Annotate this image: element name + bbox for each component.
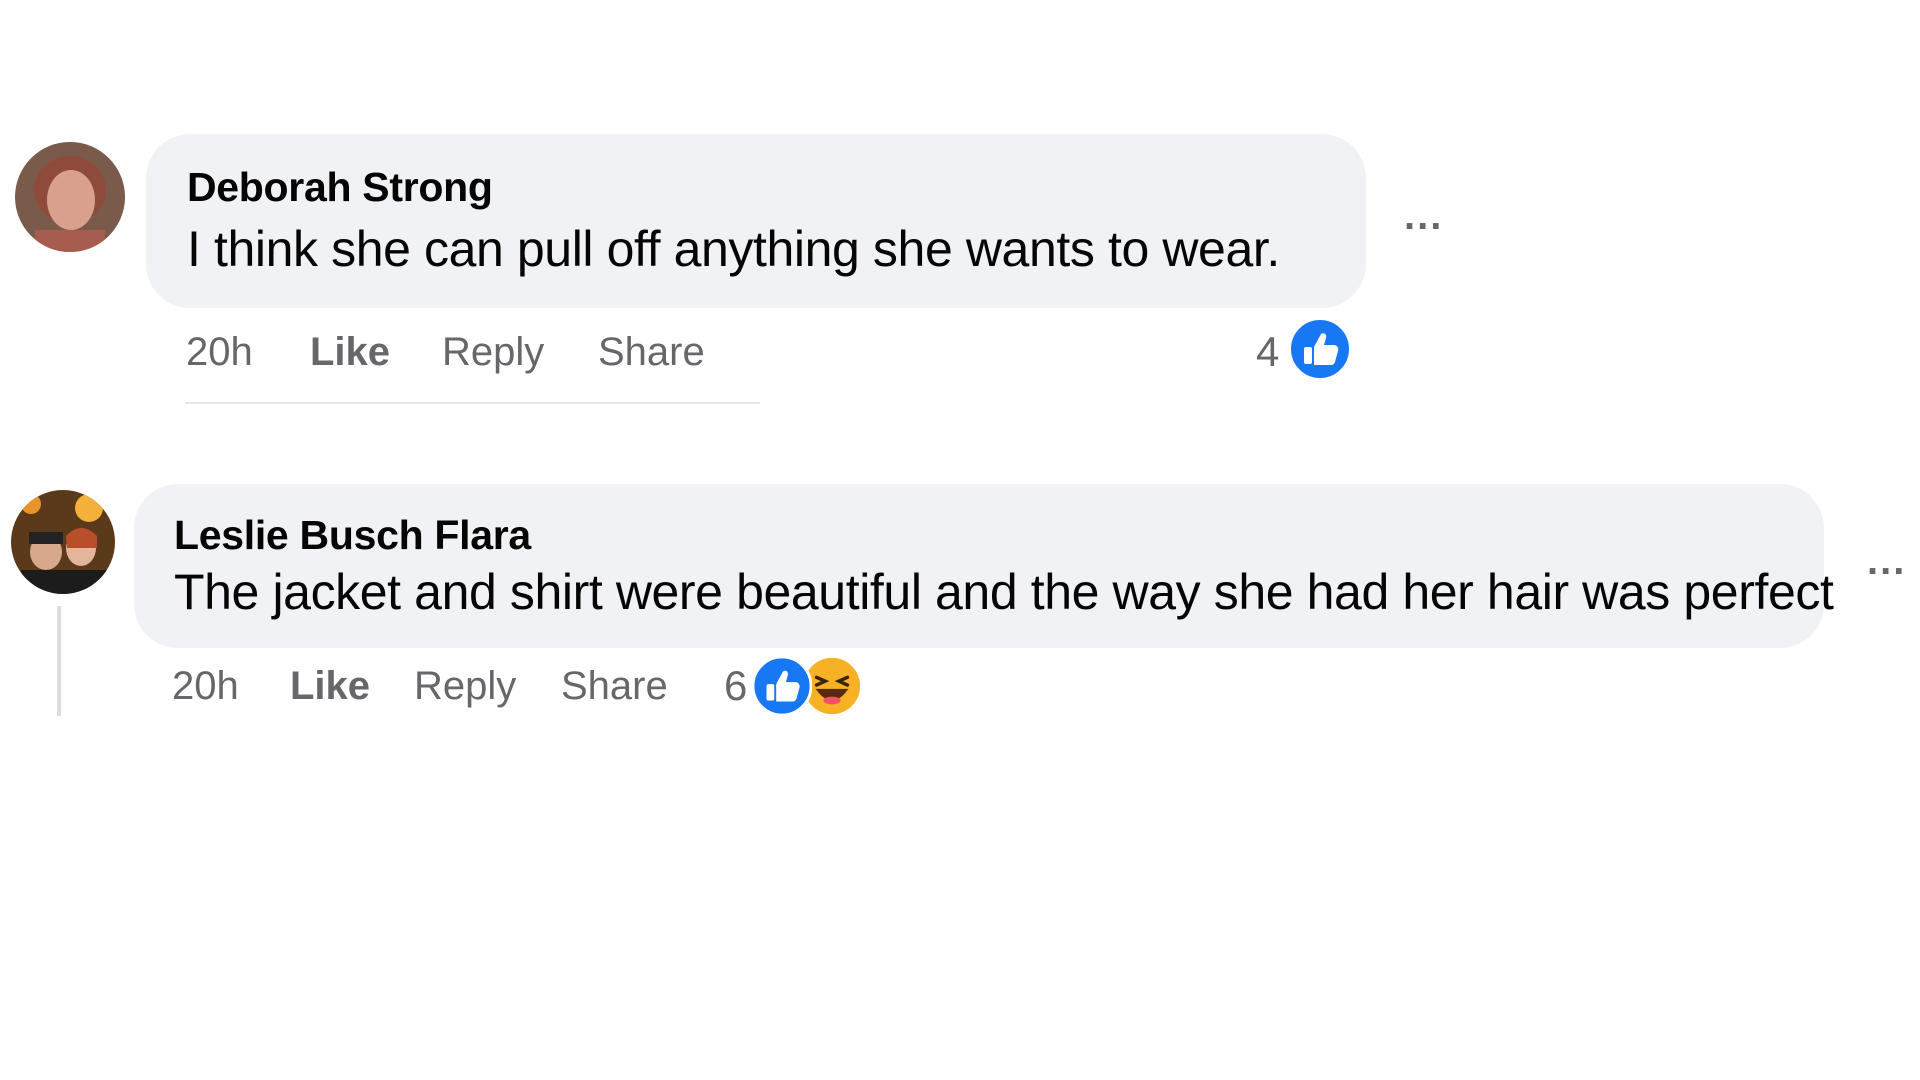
- comment-author[interactable]: Leslie Busch Flara: [174, 512, 531, 559]
- avatar[interactable]: [11, 490, 115, 594]
- like-button[interactable]: Like: [290, 664, 370, 709]
- like-icon[interactable]: [751, 655, 813, 717]
- comment-text: The jacket and shirt were beautiful and …: [174, 564, 1834, 620]
- avatar-photo-icon: [11, 490, 115, 594]
- comment-timestamp[interactable]: 20h: [172, 664, 239, 709]
- comment-2: Leslie Busch Flara The jacket and shirt …: [0, 0, 1920, 760]
- comment-actions: 20h Like Reply Share: [0, 664, 1400, 714]
- reply-button[interactable]: Reply: [414, 664, 516, 709]
- reaction-count[interactable]: 6: [724, 662, 747, 710]
- more-options-button[interactable]: ...: [1867, 541, 1906, 581]
- share-button[interactable]: Share: [561, 664, 668, 709]
- comments-section: Deborah Strong I think she can pull off …: [0, 0, 1920, 1080]
